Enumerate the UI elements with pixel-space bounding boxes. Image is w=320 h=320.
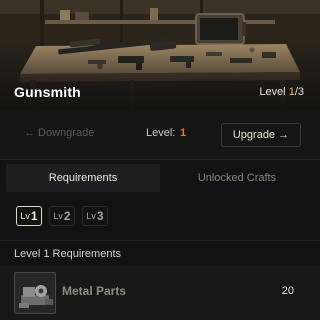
tab-unlocked-crafts[interactable]: Unlocked Crafts — [160, 164, 314, 192]
current-level-value: 1 — [180, 127, 187, 139]
current-level-label: Level: — [146, 127, 176, 139]
level-control-bar: ← Downgrade Level: 1 Upgrade → — [0, 110, 320, 160]
level-selector-1[interactable]: Lv 1 — [16, 206, 42, 226]
level-selector-number: 1 — [30, 209, 38, 223]
upgrade-button[interactable]: Upgrade → — [221, 123, 301, 147]
downgrade-button[interactable]: ← Downgrade — [24, 127, 94, 139]
level-badge-max: /3 — [294, 86, 304, 98]
requirement-row: Metal Parts 20 — [0, 266, 320, 320]
level-selector-number: 3 — [96, 209, 104, 223]
level-selector-prefix: Lv — [20, 211, 30, 221]
level-selector-3[interactable]: Lv 3 — [82, 206, 108, 226]
station-level-indicator: Level 1/3 — [259, 86, 304, 98]
metal-parts-icon — [14, 272, 56, 314]
requirements-section-header: Level 1 Requirements — [0, 240, 320, 266]
level-selector-2[interactable]: Lv 2 — [49, 206, 75, 226]
station-banner: Gunsmith Level 1/3 — [0, 0, 320, 110]
level-selector-group: Lv 1 Lv 2 Lv 3 — [16, 206, 108, 226]
requirement-name: Metal Parts — [62, 284, 127, 298]
station-title: Gunsmith — [14, 84, 81, 100]
requirements-title: Level 1 Requirements — [14, 248, 122, 260]
requirement-quantity: 20 — [281, 285, 294, 297]
level-selector-prefix: Lv — [86, 211, 96, 221]
level-selector-prefix: Lv — [53, 211, 63, 221]
tab-bar: Requirements Unlocked Crafts — [6, 164, 314, 192]
level-selector-number: 2 — [63, 209, 71, 223]
level-badge-prefix: Level — [259, 86, 289, 98]
tab-requirements[interactable]: Requirements — [6, 164, 160, 192]
